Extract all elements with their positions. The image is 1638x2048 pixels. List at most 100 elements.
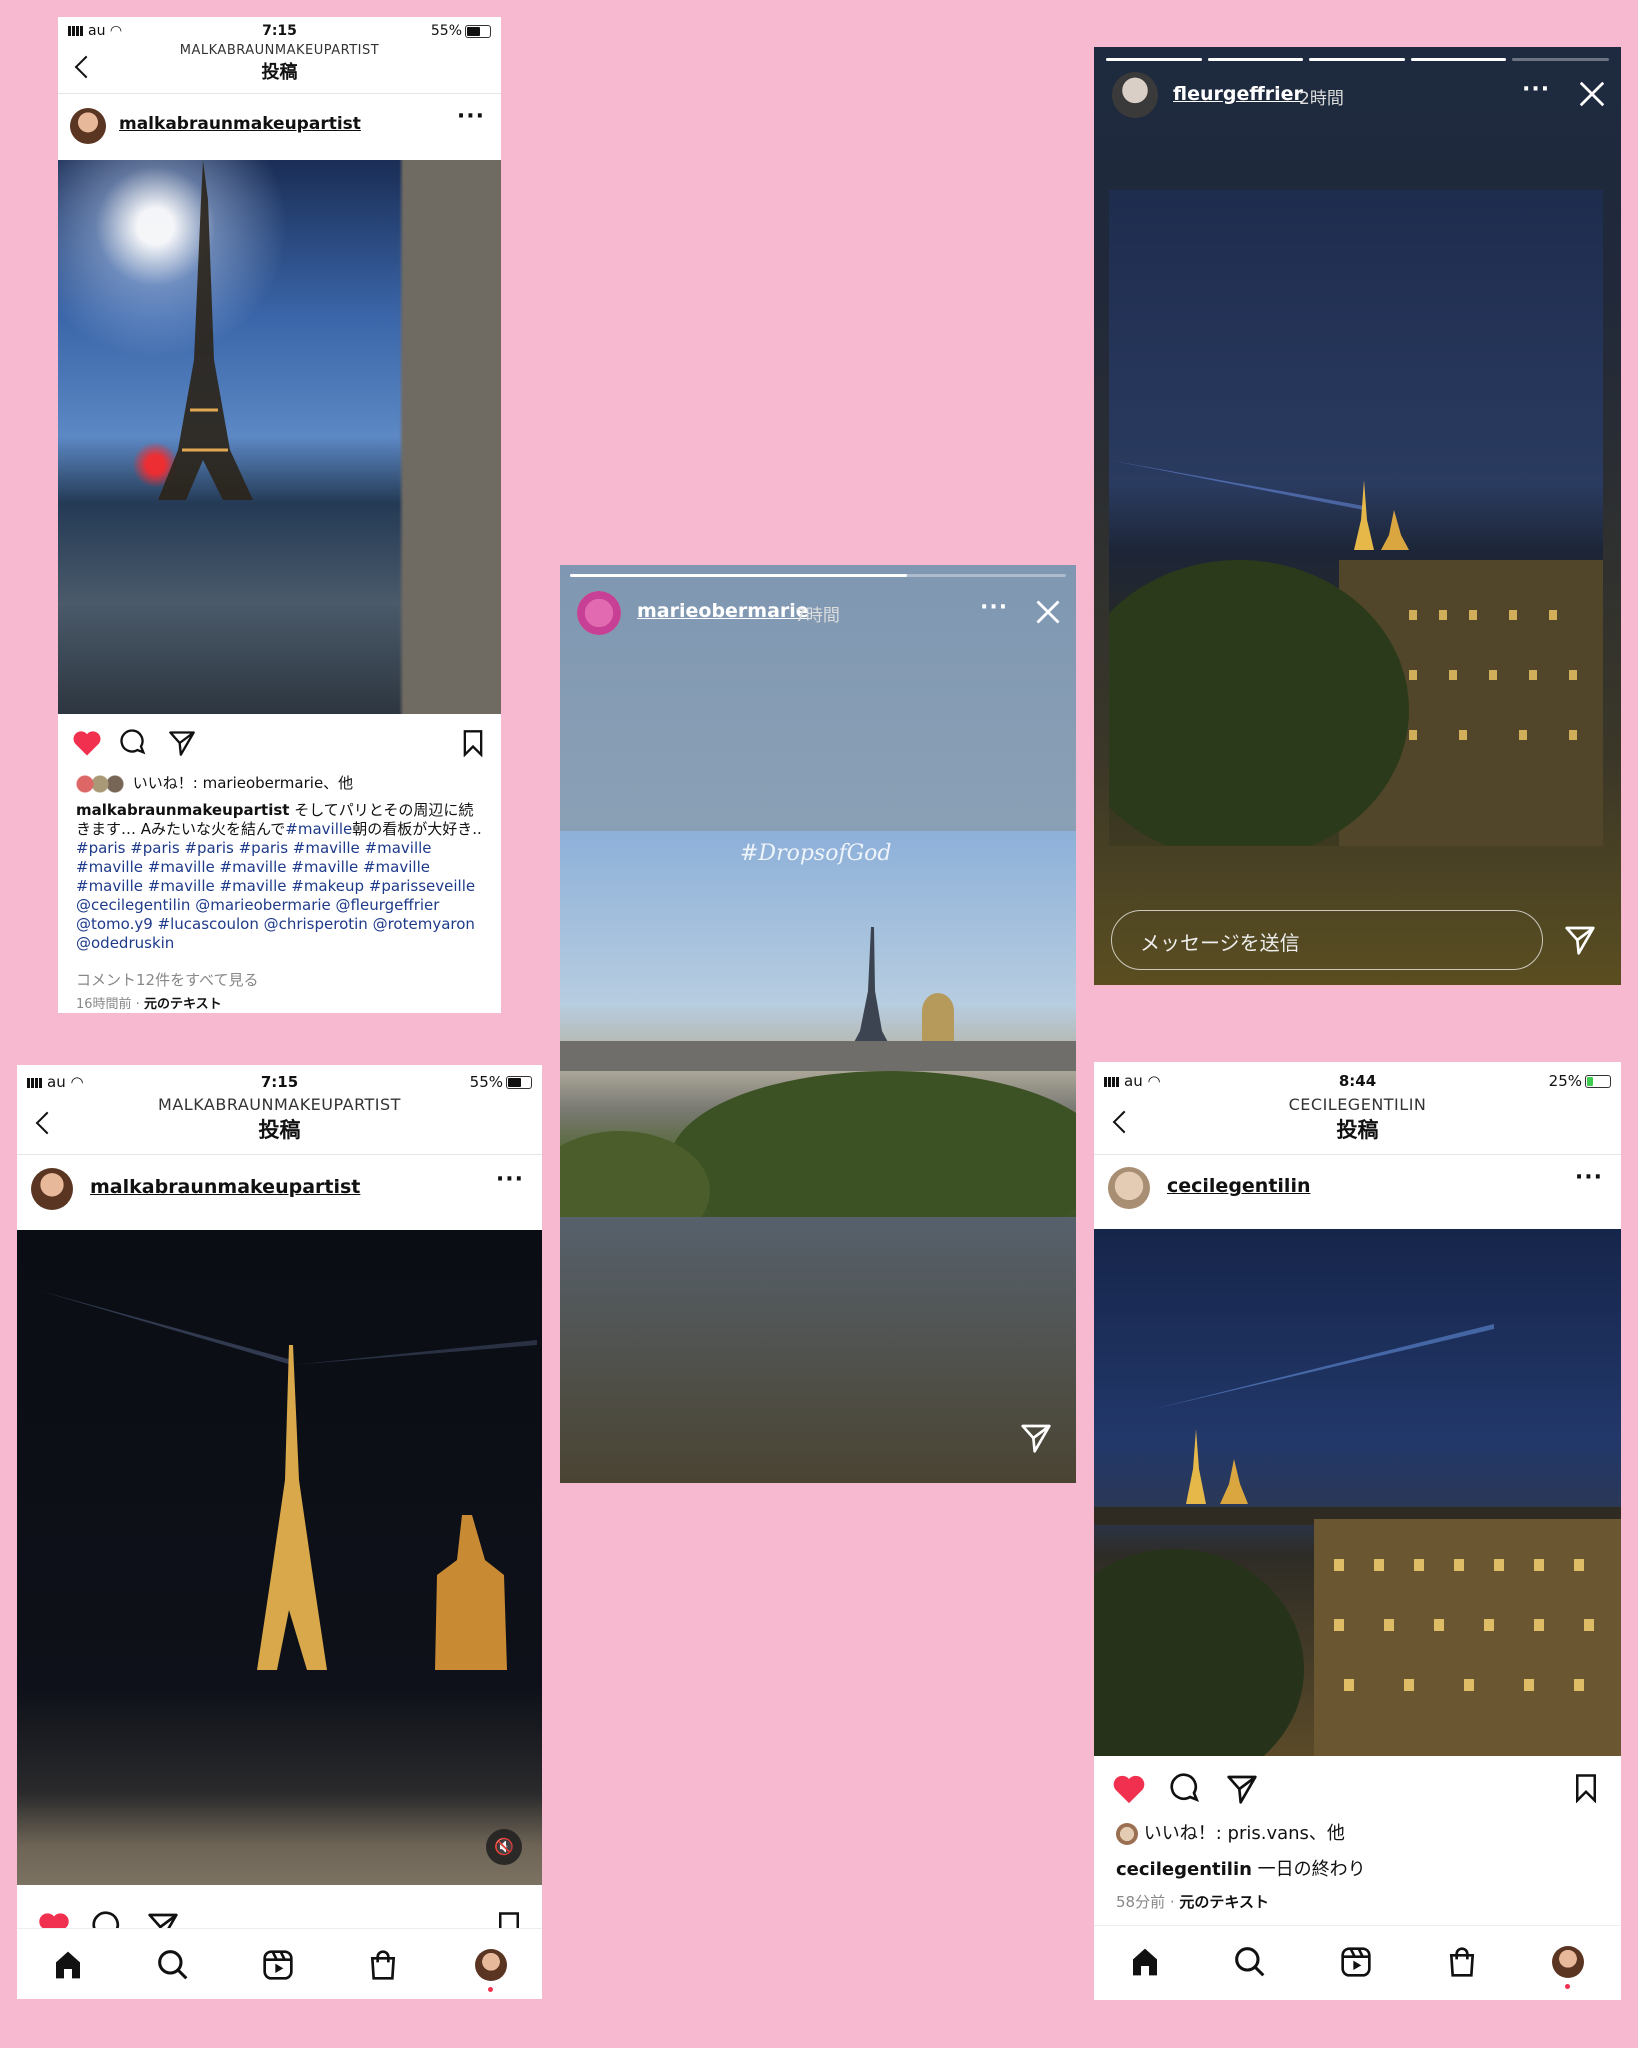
post-time: 16時間前 — [76, 997, 132, 1012]
story-photo[interactable] — [1109, 190, 1603, 846]
liker-avatars — [76, 774, 128, 793]
avatar[interactable] — [577, 591, 621, 635]
share-icon[interactable] — [1020, 1422, 1052, 1454]
post-header: malkabraunmakeupartist ··· — [58, 93, 501, 154]
see-original-link[interactable]: 元のテキスト — [144, 997, 222, 1012]
post-photo[interactable] — [58, 160, 501, 714]
more-options-icon[interactable]: ··· — [496, 1167, 524, 1192]
caption-text: 一日の終わり — [1251, 1859, 1366, 1880]
likes-text[interactable]: いいね！: pris.vans、他 — [1144, 1823, 1345, 1844]
battery-percent: 55% — [430, 23, 462, 39]
story-fleurgeffrier: fleurgeffrier 2時間 ··· メッセージを送信 — [1094, 47, 1621, 985]
more-options-icon[interactable]: ··· — [457, 104, 485, 129]
message-input[interactable]: メッセージを送信 — [1111, 910, 1543, 970]
bookmark-icon[interactable] — [461, 729, 485, 757]
post-panel-cecile: au ◠ 8:44 25% CECILEGENTILIN 投稿 cecilege… — [1094, 1062, 1621, 2000]
likes-line: いいね！: marieobermarie、他 — [76, 774, 353, 793]
search-icon[interactable] — [1234, 1946, 1266, 1978]
post-time: 58分前 — [1116, 1893, 1166, 1911]
eiffel-tower-illustration — [158, 160, 253, 500]
comment-icon[interactable] — [1170, 1773, 1202, 1805]
view-comments-link[interactable]: コメント12件をすべて見る — [76, 971, 258, 990]
mute-icon[interactable]: 🔇 — [486, 1829, 522, 1865]
liker-avatar — [1116, 1823, 1138, 1845]
more-options-icon[interactable]: ··· — [1575, 1165, 1603, 1190]
share-icon[interactable] — [168, 729, 196, 757]
header-title: 投稿 — [258, 1118, 301, 1142]
username-link[interactable]: cecilegentilin — [1167, 1175, 1310, 1197]
paris-night-illustration — [1094, 1324, 1621, 1756]
page-header: MALKABRAUNMAKEUPARTIST 投稿 — [17, 1095, 542, 1144]
search-icon[interactable] — [157, 1949, 189, 1981]
night-eiffel-illustration — [37, 1290, 537, 1670]
header-account: CECILEGENTILIN — [1288, 1095, 1427, 1114]
battery-icon — [506, 1076, 532, 1089]
bookmark-icon[interactable] — [1573, 1773, 1599, 1803]
home-icon[interactable] — [51, 1949, 85, 1981]
likes-text[interactable]: いいね！: marieobermarie、他 — [133, 774, 353, 792]
clock: 7:15 — [260, 1073, 299, 1091]
caption-username[interactable]: cecilegentilin — [1116, 1859, 1252, 1880]
shop-icon[interactable] — [1446, 1946, 1478, 1978]
post-meta: 58分前 · 元のテキスト — [1116, 1893, 1269, 1911]
header-title: 投稿 — [261, 62, 298, 83]
profile-tab-avatar[interactable] — [1552, 1946, 1584, 1978]
paris-skyline-illustration — [560, 927, 1076, 1217]
close-icon[interactable] — [1034, 598, 1062, 626]
page-header: MALKABRAUNMAKEUPARTIST 投稿 — [58, 43, 501, 84]
caption: cecilegentilin 一日の終わり — [1116, 1859, 1366, 1881]
more-options-icon[interactable]: ··· — [980, 595, 1008, 620]
shop-icon[interactable] — [367, 1949, 399, 1981]
tab-bar — [17, 1928, 542, 1999]
post-video[interactable]: 🔇 — [17, 1230, 542, 1885]
heart-icon[interactable] — [1112, 1773, 1146, 1805]
post-actions — [1094, 1763, 1621, 1813]
avatar[interactable] — [31, 1168, 73, 1210]
comment-icon[interactable] — [120, 729, 148, 757]
page-header: CECILEGENTILIN 投稿 — [1094, 1095, 1621, 1144]
battery-icon — [1585, 1075, 1611, 1088]
username-link[interactable]: malkabraunmakeupartist — [90, 1176, 360, 1198]
story-marieobermarie: marieobermarie 7時間 ··· #DropsofGod — [560, 565, 1076, 1483]
caption-username[interactable]: malkabraunmakeupartist — [76, 801, 289, 819]
header-account: MALKABRAUNMAKEUPARTIST — [158, 1095, 401, 1114]
header-title: 投稿 — [1336, 1118, 1379, 1142]
tab-bar — [1094, 1925, 1621, 2000]
story-progress-fill — [570, 574, 908, 577]
username-link[interactable]: malkabraunmakeupartist — [119, 114, 361, 134]
story-photo[interactable]: #DropsofGod — [560, 831, 1076, 1217]
story-progress — [570, 574, 1066, 577]
avatar[interactable] — [70, 108, 106, 144]
story-time: 2時間 — [1299, 89, 1344, 109]
story-overlay-text: #DropsofGod — [740, 841, 892, 866]
post-meta: 16時間前 · 元のテキスト — [76, 997, 222, 1012]
story-username[interactable]: marieobermarie — [637, 600, 809, 622]
home-icon[interactable] — [1128, 1946, 1162, 1978]
story-progress — [1106, 58, 1609, 61]
battery-icon — [465, 24, 491, 38]
heart-icon[interactable] — [72, 729, 102, 757]
post-panel-malka-2: au ◠ 7:15 55% MALKABRAUNMAKEUPARTIST 投稿 … — [17, 1065, 542, 1999]
hashtags-and-mentions[interactable]: #paris #paris #paris #paris #maville #ma… — [76, 839, 475, 952]
share-icon[interactable] — [1226, 1773, 1258, 1805]
header-account: MALKABRAUNMAKEUPARTIST — [179, 43, 380, 58]
story-time: 7時間 — [795, 606, 840, 626]
post-photo[interactable] — [1094, 1229, 1621, 1756]
post-header: malkabraunmakeupartist ··· — [17, 1154, 542, 1219]
more-options-icon[interactable]: ··· — [1522, 77, 1550, 102]
notification-dot — [1565, 1984, 1570, 1989]
close-icon[interactable] — [1577, 79, 1607, 109]
caption-hashtag[interactable]: #maville — [285, 820, 352, 838]
reels-icon[interactable] — [262, 1949, 294, 1981]
likes-line: いいね！: pris.vans、他 — [1116, 1823, 1345, 1845]
reels-icon[interactable] — [1340, 1946, 1372, 1978]
profile-tab-avatar[interactable] — [475, 1949, 507, 1981]
avatar[interactable] — [1108, 1167, 1150, 1209]
caption-text-2: 朝の看板が大好き.. — [352, 820, 482, 838]
avatar[interactable] — [1112, 72, 1158, 118]
clock: 8:44 — [1338, 1072, 1377, 1090]
story-username[interactable]: fleurgeffrier — [1173, 83, 1303, 105]
share-icon[interactable] — [1564, 924, 1596, 956]
see-original-link[interactable]: 元のテキスト — [1179, 1893, 1269, 1911]
battery-percent: 55% — [469, 1073, 503, 1091]
